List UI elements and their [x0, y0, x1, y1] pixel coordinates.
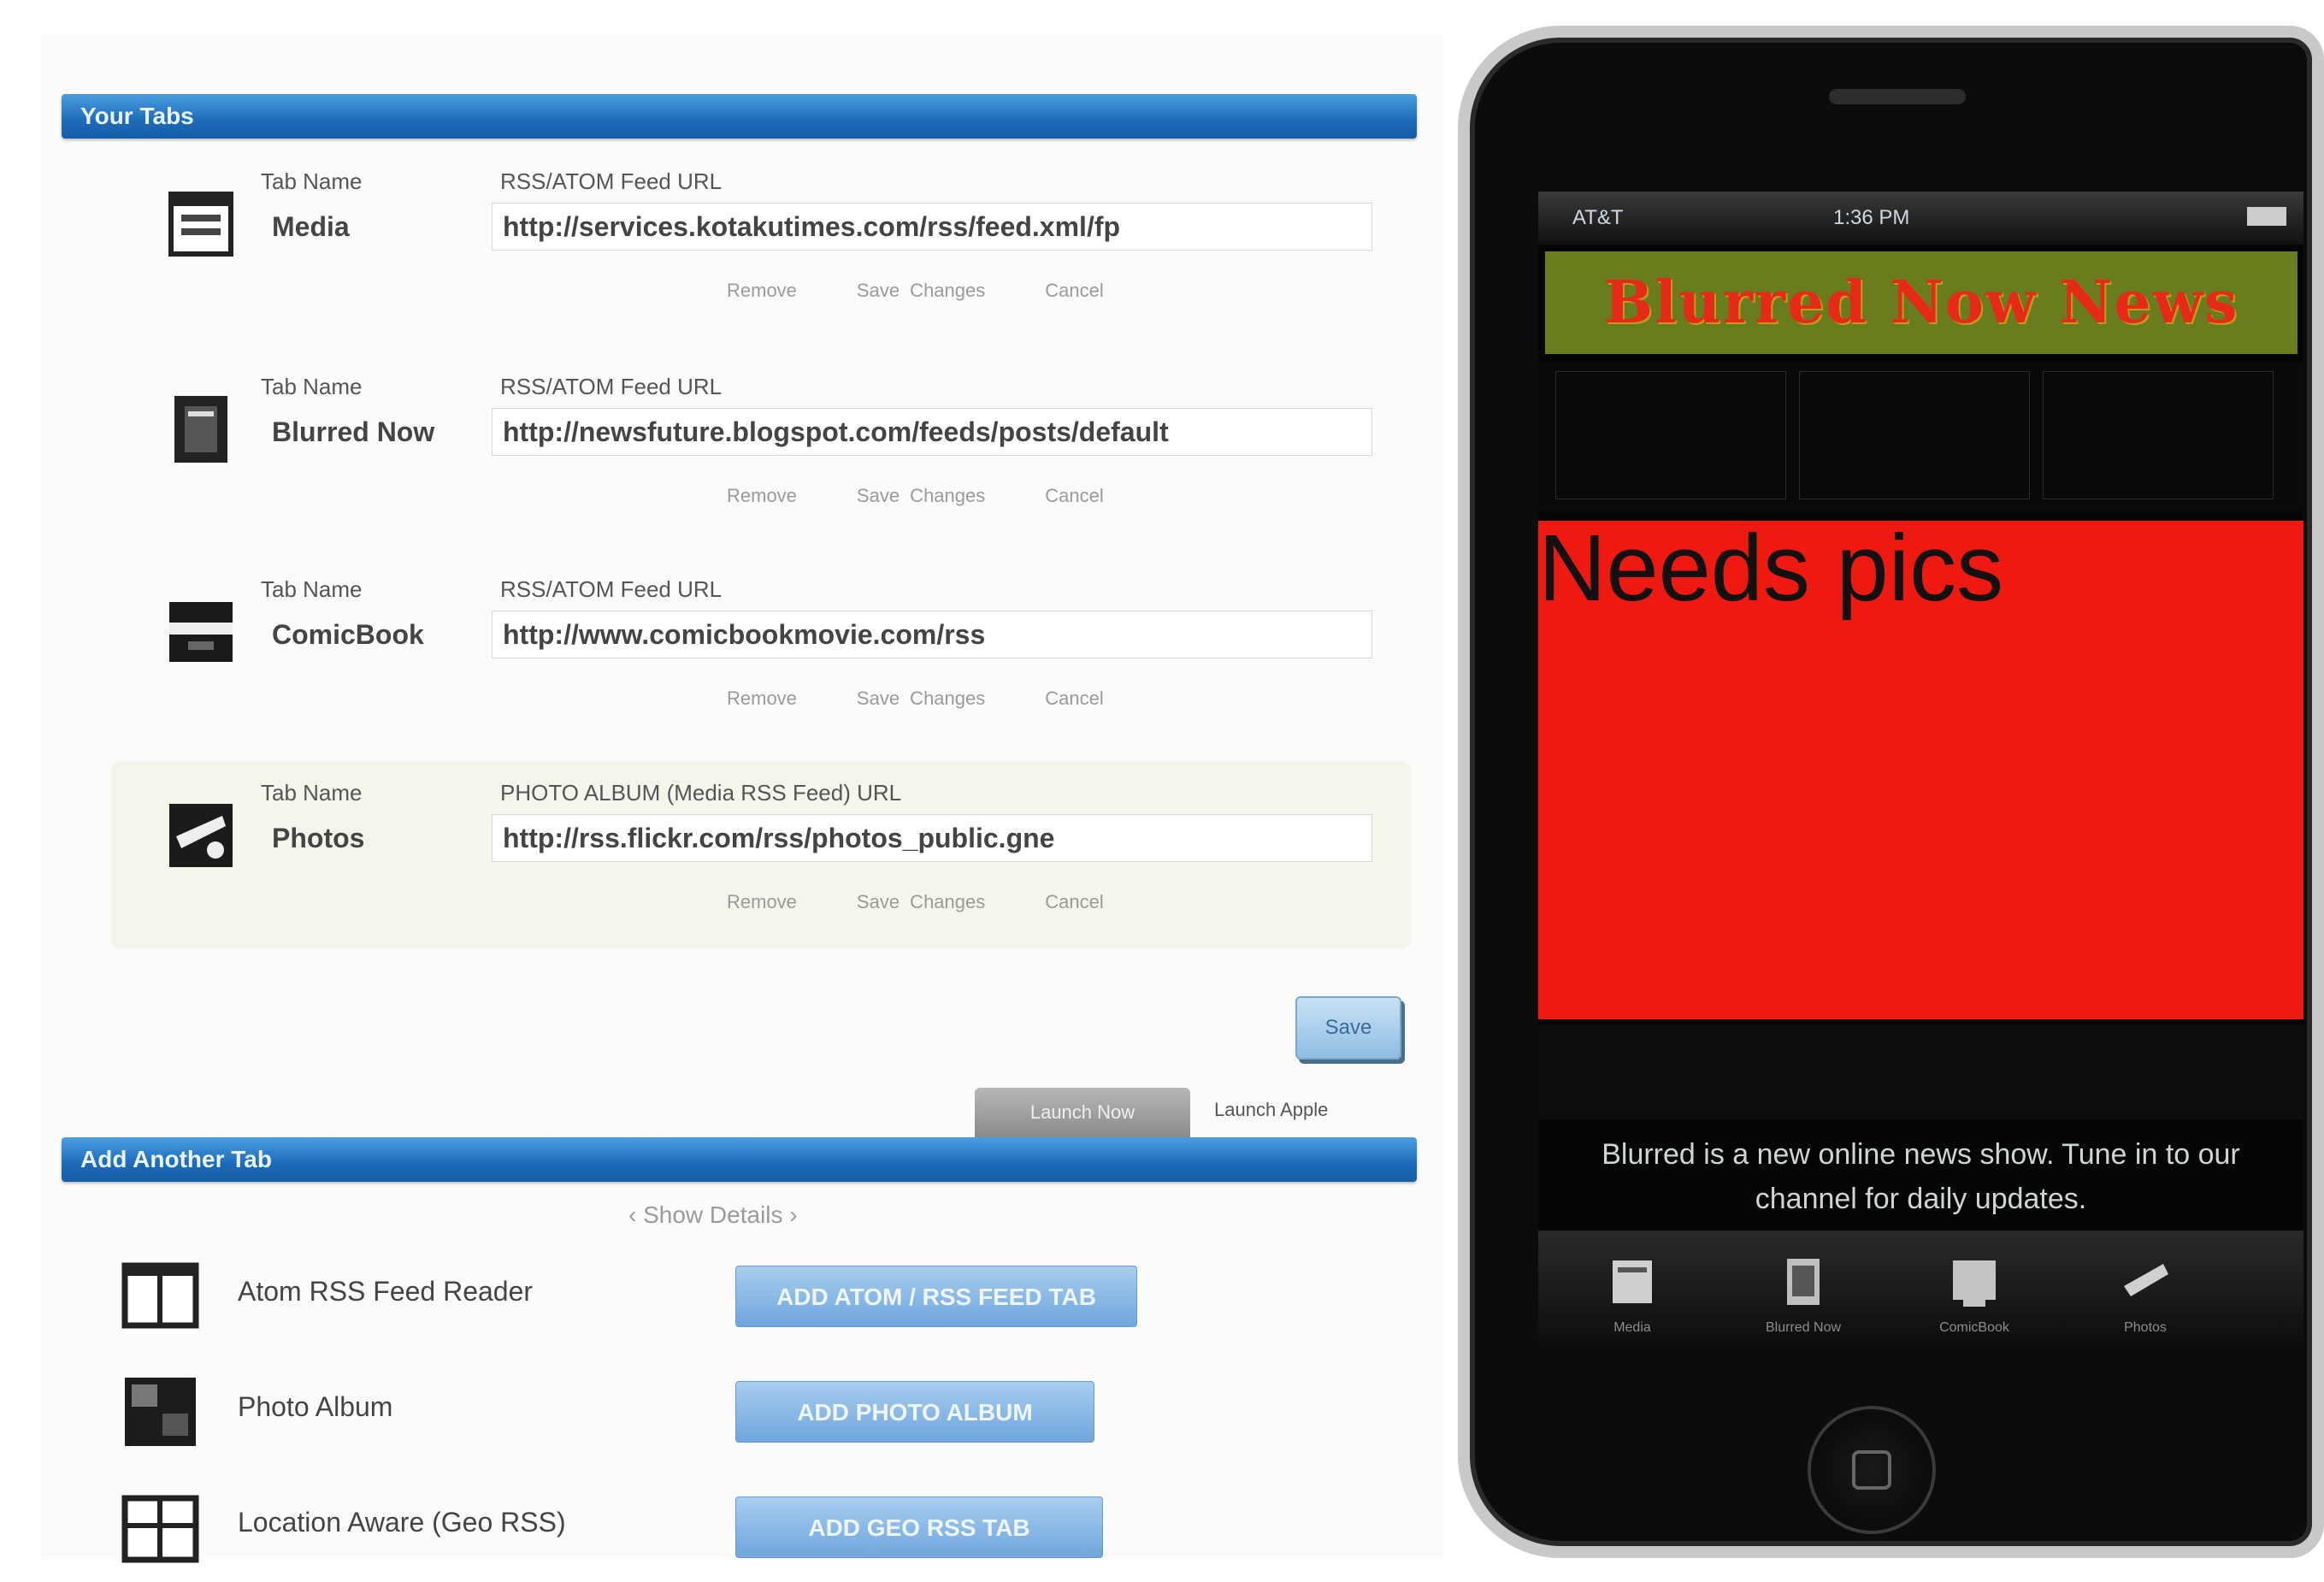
- cancel-link[interactable]: Cancel: [1045, 688, 1103, 709]
- save-changes-link[interactable]: Save Changes: [857, 280, 985, 301]
- cancel-link[interactable]: Cancel: [1045, 485, 1103, 506]
- newspaper-icon[interactable]: [1602, 1252, 1662, 1312]
- battery-icon: [2247, 207, 2286, 226]
- tab-name-label: Tab Name: [261, 374, 363, 399]
- phone-tab-bar: Media Blurred Now ComicBook Photos: [1538, 1231, 2303, 1355]
- launch-now-tab[interactable]: Launch Now: [975, 1088, 1190, 1137]
- thumbnail-strip: [1538, 363, 2303, 512]
- add-geo-rss-button[interactable]: ADD GEO RSS TAB: [735, 1496, 1103, 1558]
- row-actions: Remove Save Changes Cancel: [727, 485, 1164, 507]
- launch-apple-link[interactable]: Launch Apple: [1214, 1099, 1328, 1121]
- camera-icon: [169, 804, 233, 867]
- row-actions: Remove Save Changes Cancel: [727, 891, 1164, 913]
- status-time: 1:36 PM: [1833, 206, 1910, 229]
- remove-link[interactable]: Remove: [727, 688, 797, 709]
- cancel-link[interactable]: Cancel: [1045, 280, 1103, 301]
- placeholder-text: Needs pics: [1538, 516, 2004, 621]
- tab-bar-label: Photos: [2124, 1320, 2167, 1335]
- app-caption: Blurred is a new online news show. Tune …: [1601, 1138, 2240, 1215]
- add-option-geo-rss: Location Aware (Geo RSS) ADD GEO RSS TAB: [111, 1479, 1411, 1582]
- iphone-preview: AT&T 1:36 PM Blurred Now News Needs pics…: [1458, 26, 2324, 1558]
- status-bar: AT&T 1:36 PM: [1538, 192, 2303, 245]
- photo-url-field[interactable]: http://rss.flickr.com/rss/photos_public.…: [492, 814, 1372, 862]
- save-changes-link[interactable]: Save Changes: [857, 485, 985, 506]
- map-icon: [121, 1495, 199, 1563]
- comic-icon[interactable]: [1944, 1252, 2004, 1312]
- tab-row-media: Tab Name RSS/ATOM Feed URL Media http://…: [111, 150, 1411, 338]
- tab-name-label: Tab Name: [261, 576, 363, 602]
- save-changes-link[interactable]: Save Changes: [857, 891, 985, 912]
- show-details-toggle[interactable]: ‹ Show Details ›: [628, 1201, 798, 1229]
- app-banner: Blurred Now News: [1545, 251, 2297, 354]
- row-actions: Remove Save Changes Cancel: [727, 688, 1164, 710]
- add-photo-album-button[interactable]: ADD PHOTO ALBUM: [735, 1381, 1094, 1443]
- newspaper-icon: [168, 192, 233, 257]
- feed-url-label: RSS/ATOM Feed URL: [500, 576, 723, 602]
- your-tabs-header: Your Tabs: [62, 94, 1417, 139]
- tab-name-label: Tab Name: [261, 168, 363, 194]
- tab-name-field[interactable]: Photos: [261, 814, 475, 862]
- remove-link[interactable]: Remove: [727, 485, 797, 506]
- tab-name-label: Tab Name: [261, 780, 363, 806]
- home-square-icon: [1852, 1450, 1891, 1490]
- photo-album-icon: [125, 1378, 196, 1446]
- tab-row-blurred-now: Tab Name RSS/ATOM Feed URL Blurred Now h…: [111, 355, 1411, 543]
- remove-link[interactable]: Remove: [727, 891, 797, 912]
- thumbnail[interactable]: [1555, 371, 1786, 499]
- tab-name-field[interactable]: Blurred Now: [261, 408, 475, 456]
- add-option-photo-album: Photo Album ADD PHOTO ALBUM: [111, 1364, 1411, 1467]
- feed-url-label: RSS/ATOM Feed URL: [500, 168, 723, 194]
- photo-url-label: PHOTO ALBUM (Media RSS Feed) URL: [500, 780, 902, 806]
- save-changes-link[interactable]: Save Changes: [857, 688, 985, 709]
- camera-icon[interactable]: [2115, 1252, 2175, 1312]
- cancel-link[interactable]: Cancel: [1045, 891, 1103, 912]
- document-icon[interactable]: [1773, 1252, 1833, 1312]
- tab-bar-label: Blurred Now: [1765, 1320, 1842, 1335]
- tab-name-field[interactable]: ComicBook: [261, 611, 475, 658]
- tab-bar-label: Media: [1613, 1320, 1651, 1335]
- feed-url-label: RSS/ATOM Feed URL: [500, 374, 723, 399]
- phone-screen: AT&T 1:36 PM Blurred Now News Needs pics…: [1538, 192, 2303, 1355]
- phone-speaker: [1829, 89, 1966, 104]
- document-icon: [174, 396, 227, 463]
- rss-reader-icon: [121, 1262, 199, 1329]
- tab-row-comicbook: Tab Name RSS/ATOM Feed URL ComicBook htt…: [111, 558, 1411, 746]
- photo-album-option-label: Photo Album: [238, 1391, 393, 1422]
- tab-bar-label: ComicBook: [1939, 1320, 2009, 1335]
- remove-link[interactable]: Remove: [727, 280, 797, 301]
- caption-strip: [1538, 1025, 2303, 1119]
- feed-url-field[interactable]: http://www.comicbookmovie.com/rss: [492, 611, 1372, 658]
- row-actions: Remove Save Changes Cancel: [727, 280, 1164, 302]
- tab-row-photos: Tab Name PHOTO ALBUM (Media RSS Feed) UR…: [111, 761, 1411, 949]
- add-option-rss: Atom RSS Feed Reader ADD ATOM / RSS FEED…: [111, 1248, 1411, 1351]
- pics-placeholder: Needs pics: [1538, 516, 2303, 1019]
- geo-rss-option-label: Location Aware (Geo RSS): [238, 1507, 566, 1538]
- add-rss-tab-button[interactable]: ADD ATOM / RSS FEED TAB: [735, 1266, 1137, 1327]
- comic-icon: [169, 602, 233, 662]
- thumbnail[interactable]: [2043, 371, 2274, 499]
- save-button[interactable]: Save: [1295, 996, 1401, 1060]
- thumbnail[interactable]: [1799, 371, 2030, 499]
- home-button[interactable]: [1808, 1406, 1936, 1534]
- feed-url-field[interactable]: http://services.kotakutimes.com/rss/feed…: [492, 203, 1372, 251]
- add-another-tab-header: Add Another Tab: [62, 1137, 1417, 1182]
- rss-option-label: Atom RSS Feed Reader: [238, 1276, 534, 1307]
- feed-url-field[interactable]: http://newsfuture.blogspot.com/feeds/pos…: [492, 408, 1372, 456]
- tab-name-field[interactable]: Media: [261, 203, 475, 251]
- carrier-label: AT&T: [1572, 206, 1624, 229]
